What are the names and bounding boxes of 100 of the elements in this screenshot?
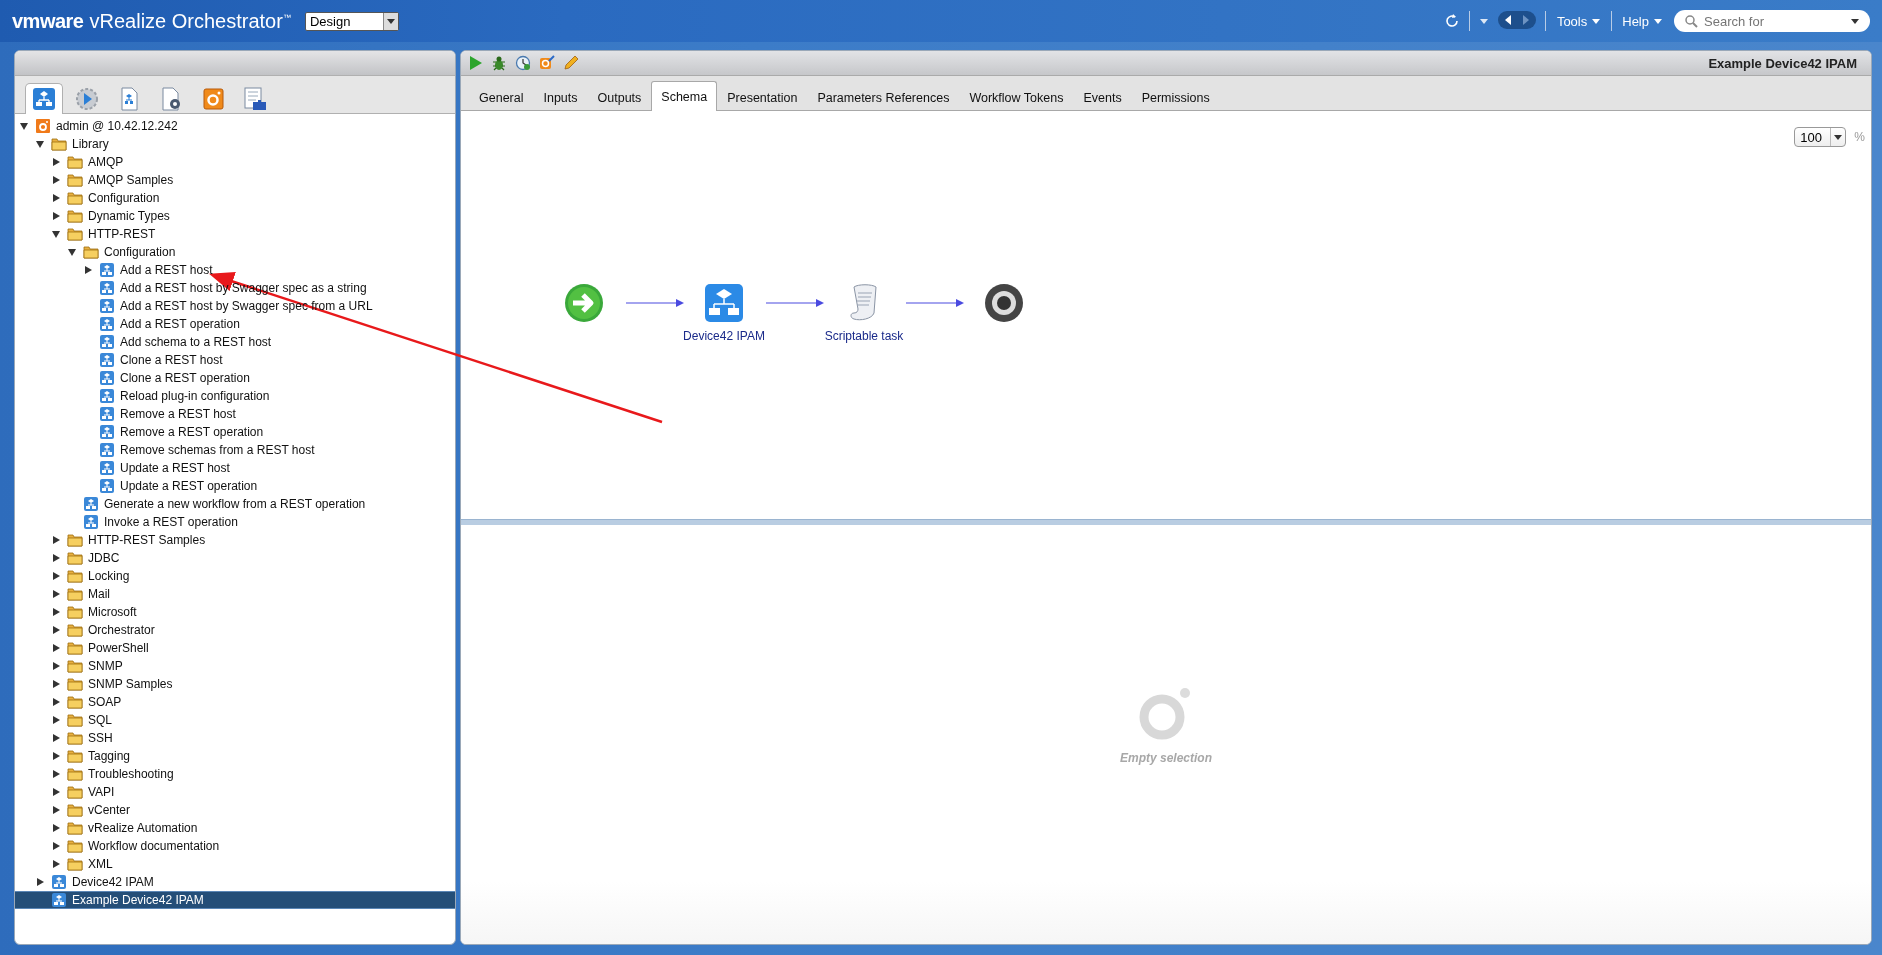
- tree-item[interactable]: SNMP Samples: [15, 675, 455, 693]
- tab[interactable]: Parameters References: [807, 84, 960, 111]
- menu-button[interactable]: Tools: [1554, 11, 1604, 31]
- tree-item[interactable]: SOAP: [15, 693, 455, 711]
- caret-icon: [1591, 17, 1602, 25]
- tree-item[interactable]: VAPI: [15, 783, 455, 801]
- tree-item[interactable]: XML: [15, 855, 455, 873]
- expand-arrow-icon[interactable]: [51, 769, 61, 779]
- tree-item[interactable]: Workflow documentation: [15, 837, 455, 855]
- expand-arrow-icon[interactable]: [51, 661, 61, 671]
- tab[interactable]: Events: [1073, 84, 1132, 111]
- tree-item[interactable]: HTTP-REST Samples: [15, 531, 455, 549]
- tree-item[interactable]: Invoke a REST operation: [15, 513, 455, 531]
- folder-icon: [51, 136, 67, 152]
- tree-item[interactable]: Device42 IPAM: [15, 873, 455, 891]
- expand-arrow-icon[interactable]: [51, 697, 61, 707]
- tree-item[interactable]: Remove schemas from a REST host: [15, 441, 455, 459]
- expand-arrow-icon[interactable]: [83, 265, 93, 275]
- clock-icon[interactable]: [515, 55, 531, 71]
- folder-icon: [67, 550, 83, 566]
- expand-arrow-icon[interactable]: [51, 715, 61, 725]
- tree-item[interactable]: vRealize Automation: [15, 819, 455, 837]
- tree-item[interactable]: Remove a REST operation: [15, 423, 455, 441]
- expand-arrow-icon[interactable]: [51, 679, 61, 689]
- expand-arrow-icon[interactable]: [51, 823, 61, 833]
- tree-item[interactable]: Orchestrator: [15, 621, 455, 639]
- tree-item[interactable]: Configuration: [15, 189, 455, 207]
- expand-arrow-icon[interactable]: [51, 193, 61, 203]
- tab[interactable]: Workflow Tokens: [959, 84, 1074, 111]
- bug-icon[interactable]: [491, 55, 507, 71]
- tab[interactable]: Schema: [651, 81, 718, 111]
- pencil-icon[interactable]: [563, 55, 579, 71]
- tree-item[interactable]: Tagging: [15, 747, 455, 765]
- search-input[interactable]: Search for: [1704, 13, 1844, 29]
- search-field[interactable]: Search for: [1674, 10, 1870, 32]
- tree-item[interactable]: JDBC: [15, 549, 455, 567]
- expand-arrow-icon[interactable]: [51, 733, 61, 743]
- tree-item[interactable]: PowerShell: [15, 639, 455, 657]
- expand-arrow-icon[interactable]: [51, 625, 61, 635]
- expand-arrow-icon[interactable]: [51, 805, 61, 815]
- folder-icon: [67, 640, 83, 656]
- tab[interactable]: General: [469, 84, 534, 111]
- collapse-arrow-icon[interactable]: [19, 121, 29, 131]
- tree-item[interactable]: admin @ 10.42.12.242: [15, 117, 455, 135]
- tree-item[interactable]: Configuration: [15, 243, 455, 261]
- tree-item[interactable]: Add a REST host by Swagger spec from a URL: [15, 297, 455, 315]
- tree-item[interactable]: Remove a REST host: [15, 405, 455, 423]
- expand-arrow-icon[interactable]: [51, 787, 61, 797]
- expand-arrow-icon[interactable]: [51, 859, 61, 869]
- collapse-arrow-icon[interactable]: [51, 229, 61, 239]
- tree-item[interactable]: Clone a REST host: [15, 351, 455, 369]
- tree-item[interactable]: Add a REST host: [15, 261, 455, 279]
- tab[interactable]: Inputs: [533, 84, 588, 111]
- expand-arrow-icon[interactable]: [51, 607, 61, 617]
- tree-item[interactable]: Microsoft: [15, 603, 455, 621]
- expand-arrow-icon[interactable]: [51, 157, 61, 167]
- expand-arrow-icon[interactable]: [51, 589, 61, 599]
- tree-item[interactable]: vCenter: [15, 801, 455, 819]
- caret-icon[interactable]: [1850, 17, 1860, 25]
- tree-item[interactable]: SNMP: [15, 657, 455, 675]
- tree-item[interactable]: Mail: [15, 585, 455, 603]
- tree-item[interactable]: HTTP-REST: [15, 225, 455, 243]
- tab[interactable]: Presentation: [717, 84, 808, 111]
- navigation-tab[interactable]: [25, 83, 63, 114]
- tree-item[interactable]: SSH: [15, 729, 455, 747]
- tab[interactable]: Outputs: [587, 84, 652, 111]
- tree-item[interactable]: AMQP: [15, 153, 455, 171]
- expand-arrow-icon[interactable]: [51, 553, 61, 563]
- expand-arrow-icon[interactable]: [51, 175, 61, 185]
- dropdown-caret-icon[interactable]: [1478, 17, 1489, 25]
- tree-item[interactable]: Library: [15, 135, 455, 153]
- expand-arrow-icon[interactable]: [51, 841, 61, 851]
- mode-dropdown[interactable]: Design: [304, 11, 399, 31]
- tree-item[interactable]: Dynamic Types: [15, 207, 455, 225]
- tree-item[interactable]: Locking: [15, 567, 455, 585]
- expand-arrow-icon[interactable]: [51, 535, 61, 545]
- collapse-arrow-icon[interactable]: [35, 139, 45, 149]
- tree-item[interactable]: Troubleshooting: [15, 765, 455, 783]
- refresh-icon[interactable]: [1443, 13, 1460, 29]
- flowchart-icon: [99, 352, 115, 368]
- tree-item[interactable]: AMQP Samples: [15, 171, 455, 189]
- tree-item[interactable]: Update a REST host: [15, 459, 455, 477]
- tab[interactable]: Permissions: [1131, 84, 1220, 111]
- tree-item[interactable]: Clone a REST operation: [15, 369, 455, 387]
- expand-arrow-icon[interactable]: [51, 211, 61, 221]
- expand-arrow-icon[interactable]: [51, 643, 61, 653]
- tree-item[interactable]: Example Device42 IPAM: [15, 891, 455, 909]
- collapse-arrow-icon[interactable]: [67, 247, 77, 257]
- tree-item[interactable]: Update a REST operation: [15, 477, 455, 495]
- tree-item[interactable]: SQL: [15, 711, 455, 729]
- tree-item[interactable]: Generate a new workflow from a REST operation: [15, 495, 455, 513]
- tree-item[interactable]: Add a REST operation: [15, 315, 455, 333]
- zoom-dropdown[interactable]: 100: [1794, 127, 1847, 147]
- expand-arrow-icon[interactable]: [35, 877, 45, 887]
- menu-button[interactable]: Help: [1620, 11, 1665, 31]
- tree-item[interactable]: Reload plug-in configuration: [15, 387, 455, 405]
- back-forward-buttons[interactable]: [1497, 10, 1536, 32]
- expand-arrow-icon[interactable]: [51, 751, 61, 761]
- tree-item[interactable]: Add schema to a REST host: [15, 333, 455, 351]
- expand-arrow-icon[interactable]: [51, 571, 61, 581]
